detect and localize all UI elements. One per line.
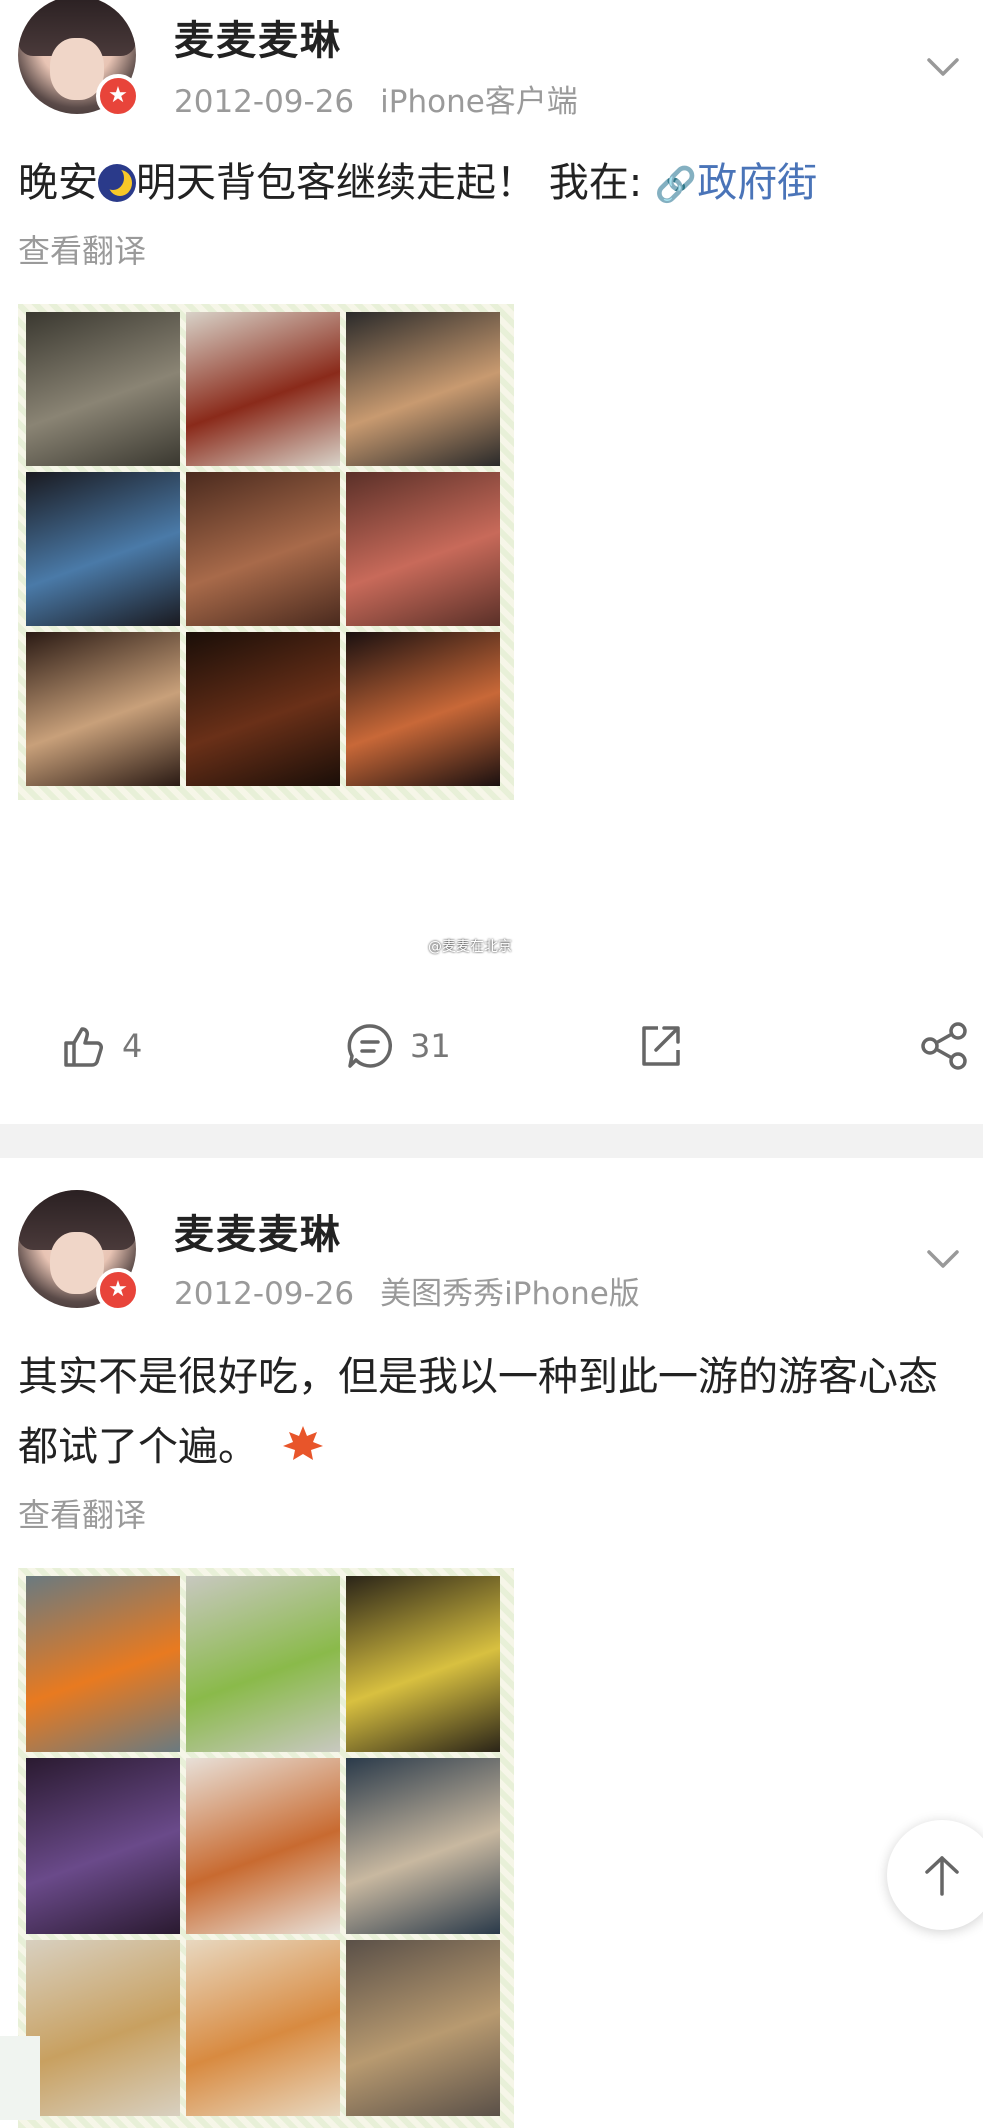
post-divider <box>0 1124 983 1158</box>
photo-chestnuts[interactable] <box>26 1758 180 1934</box>
location-link[interactable]: 🔗政府街 <box>655 160 817 206</box>
username[interactable]: 麦麦麦琳 <box>174 1202 342 1260</box>
comment-icon <box>347 1024 393 1068</box>
photo-opera-headdress[interactable] <box>26 472 180 626</box>
repost-icon <box>642 1026 680 1066</box>
photo-stir-fry-plates[interactable] <box>186 1758 340 1934</box>
photo-sign-stone[interactable] <box>186 312 340 466</box>
corner-thumbnail <box>0 2036 40 2120</box>
action-bar: 4 31 <box>0 1006 983 1086</box>
chevron-down-icon[interactable] <box>921 44 965 88</box>
photo-green-drink-bottle[interactable] <box>186 1576 340 1752</box>
photo-snack-shelves[interactable] <box>346 1576 500 1752</box>
watermark: @麦麦在北京 <box>428 939 512 955</box>
chevron-down-icon[interactable] <box>921 1236 965 1280</box>
share-icon <box>921 1022 967 1070</box>
like-button[interactable]: 4 <box>58 1006 142 1086</box>
photo-coffee-cup[interactable] <box>26 632 180 786</box>
comment-button[interactable]: 31 <box>344 1006 451 1086</box>
maple-leaf-icon <box>282 1426 323 1460</box>
translate-link[interactable]: 查看翻译 <box>18 226 146 272</box>
photo-noodle-dish[interactable] <box>186 1940 340 2116</box>
translate-link[interactable]: 查看翻译 <box>18 1490 146 1536</box>
moon-emoji-icon <box>98 164 136 202</box>
image-grid[interactable] <box>18 1568 514 2128</box>
post-source: iPhone客户端 <box>380 84 578 120</box>
photo-bowls[interactable] <box>346 1940 500 2116</box>
thumbs-up-icon <box>64 1027 103 1067</box>
post-text: 晚安 明天背包客继续走起！ 我在: 🔗政府街 <box>18 160 818 206</box>
photo-grilled-fish[interactable] <box>346 1758 500 1934</box>
photo-cafe-interior[interactable] <box>186 472 340 626</box>
photo-courtyard[interactable] <box>26 312 180 466</box>
post-meta: 2012-09-26 美图秀秀iPhone版 <box>174 1268 666 1313</box>
image-grid[interactable] <box>18 304 514 800</box>
verified-badge-icon: ★ <box>96 1268 140 1312</box>
photo-bookshelf-room[interactable] <box>346 472 500 626</box>
photo-lantern[interactable] <box>346 312 500 466</box>
post-meta: 2012-09-26 iPhone客户端 <box>174 76 604 121</box>
arrow-up-icon <box>925 1856 959 1896</box>
verified-badge-icon: ★ <box>96 74 140 118</box>
photo-lamps-shop[interactable] <box>346 632 500 786</box>
link-icon: 🔗 <box>654 165 698 205</box>
photo-chili-sauce-bottle[interactable] <box>26 1576 180 1752</box>
photo-flatbreads[interactable] <box>26 1940 180 2116</box>
post-date: 2012-09-26 <box>174 1276 355 1312</box>
post-text-line-2: 都试了个遍。 <box>18 1414 325 1472</box>
photo-dark-room[interactable] <box>186 632 340 786</box>
post-text-line-1: 其实不是很好吃，但是我以一种到此一游的游客心态 <box>18 1354 938 1400</box>
comment-count: 31 <box>410 1027 451 1065</box>
post-date: 2012-09-26 <box>174 84 355 120</box>
share-button[interactable] <box>918 1006 972 1086</box>
username[interactable]: 麦麦麦琳 <box>174 8 342 66</box>
repost-button[interactable] <box>634 1006 686 1086</box>
post-source: 美图秀秀iPhone版 <box>380 1276 640 1312</box>
like-count: 4 <box>122 1027 143 1065</box>
scroll-to-top-button[interactable] <box>887 1820 983 1930</box>
